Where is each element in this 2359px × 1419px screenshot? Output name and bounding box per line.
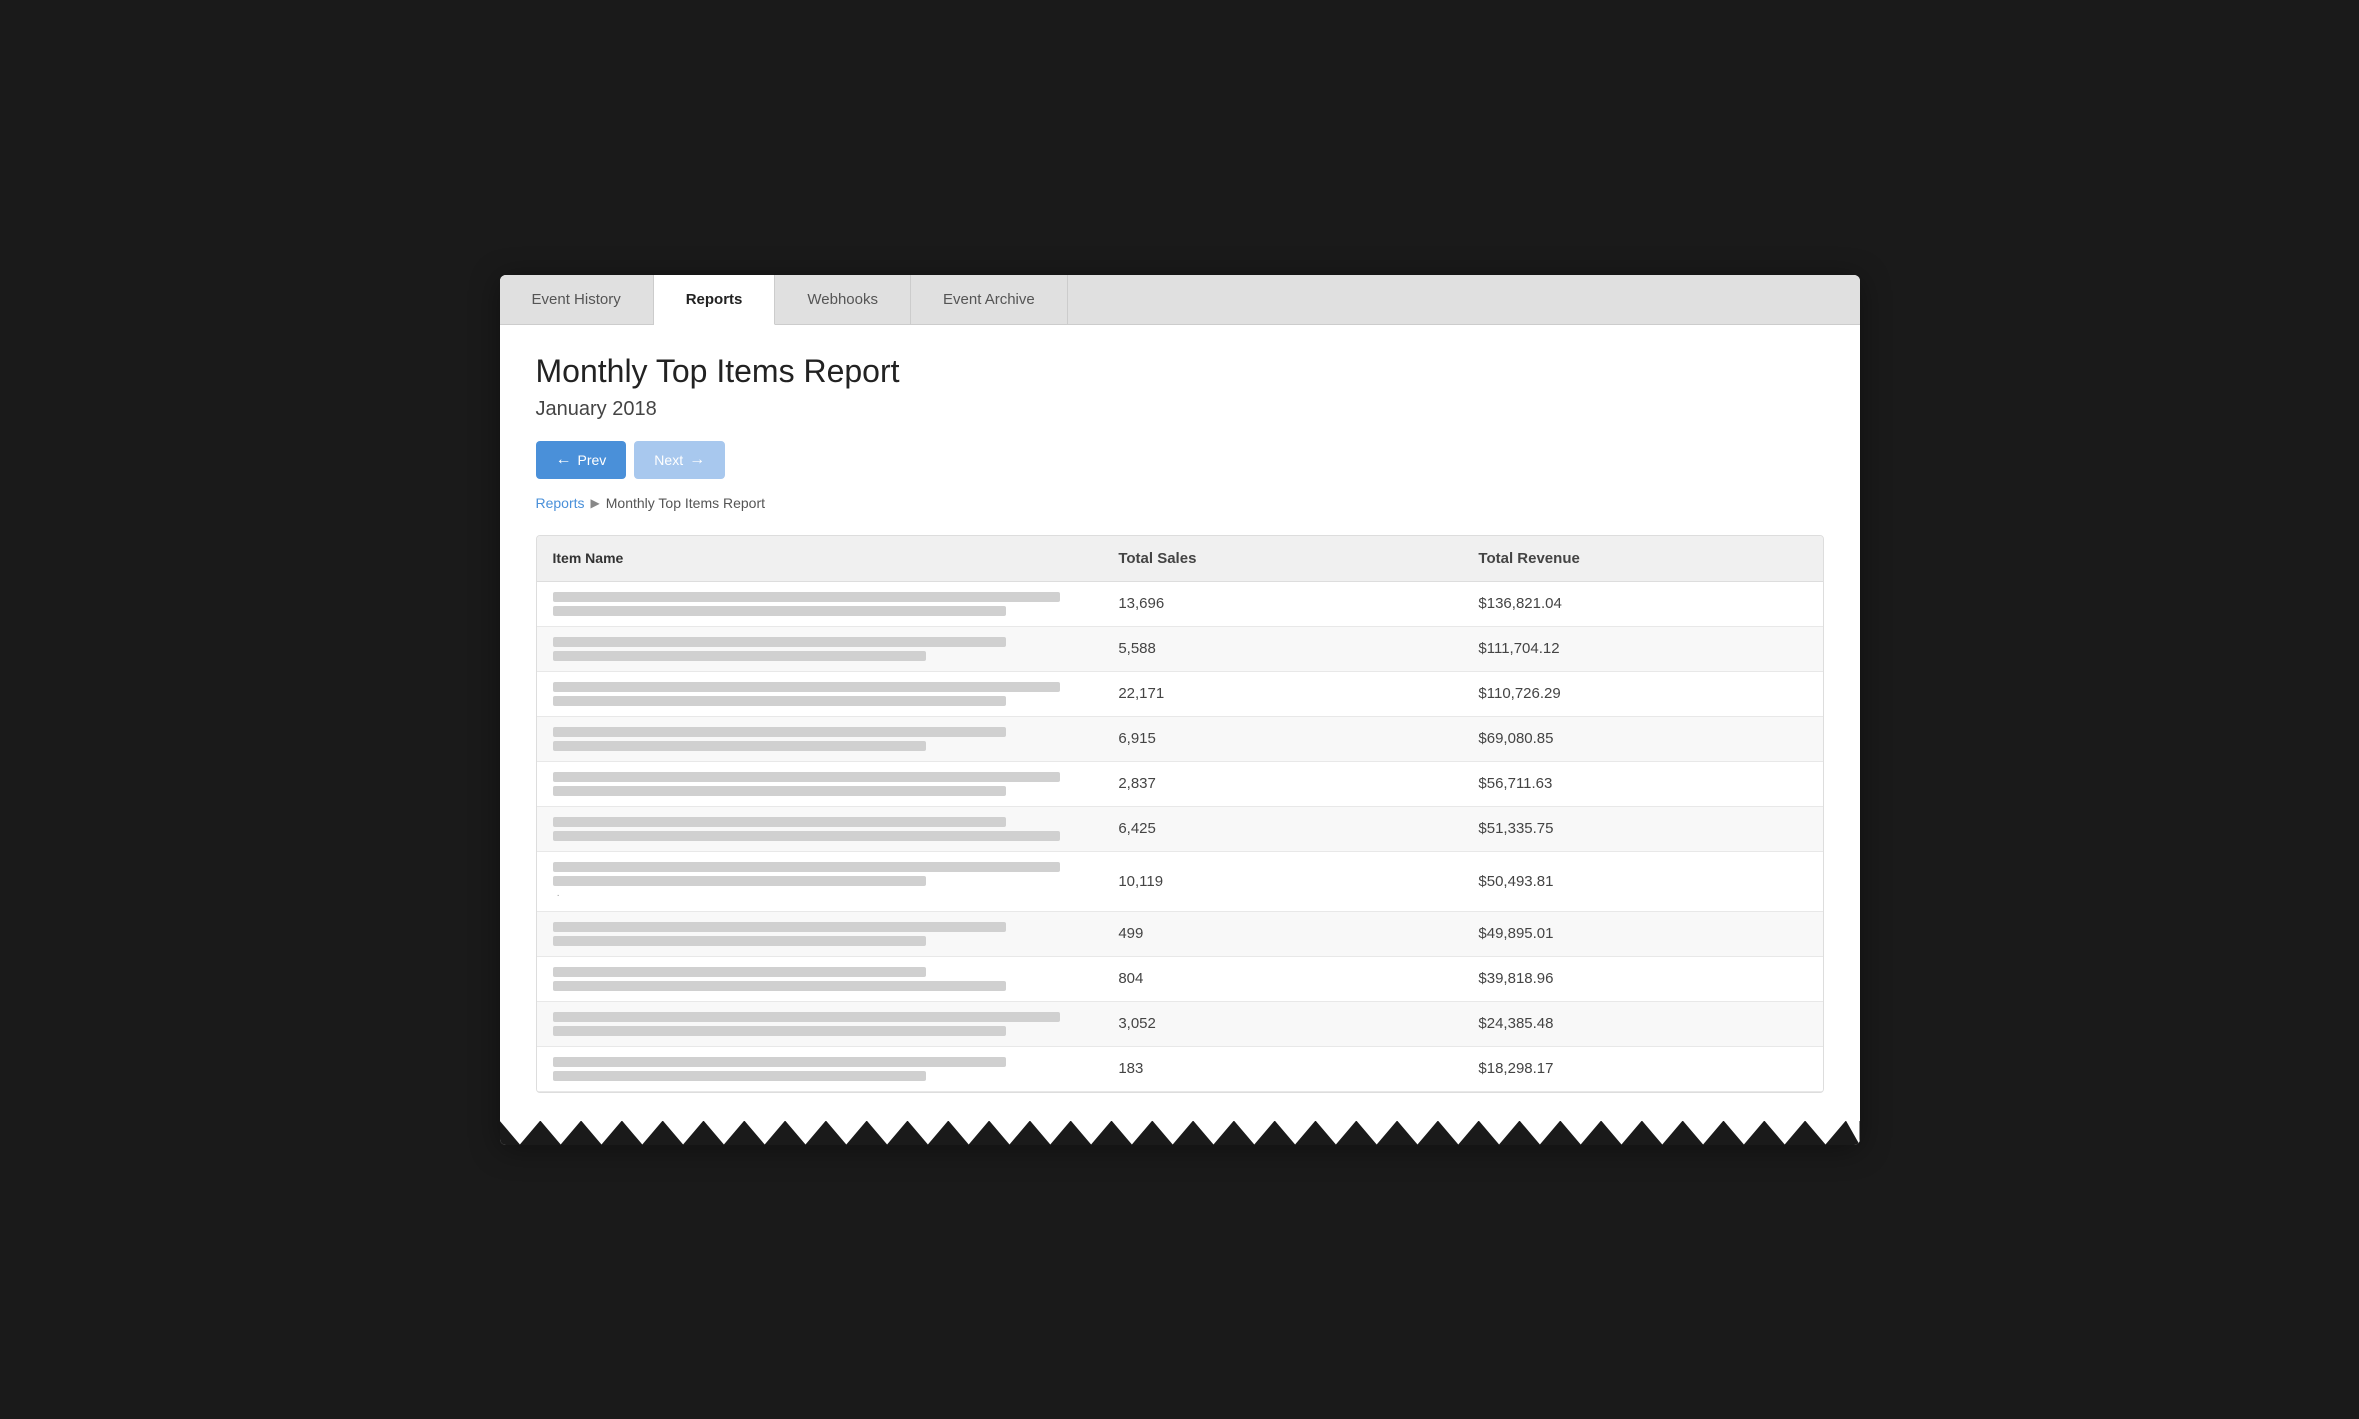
tab-webhooks[interactable]: Webhooks: [775, 275, 911, 324]
reports-table: Item Name Total Sales Total Revenue 13,6…: [537, 536, 1823, 1092]
page-subtitle: January 2018: [536, 398, 1824, 421]
total-sales-cell: 13,696: [1102, 581, 1462, 626]
total-revenue-cell: $136,821.04: [1462, 581, 1822, 626]
table-row: 183$18,298.17: [537, 1046, 1823, 1091]
placeholder-line: [553, 592, 1060, 602]
placeholder-line: [553, 606, 1007, 616]
total-sales-cell: 22,171: [1102, 671, 1462, 716]
breadcrumb-root[interactable]: Reports: [536, 495, 585, 511]
breadcrumb-current: Monthly Top Items Report: [606, 495, 765, 511]
placeholder-line: [553, 772, 1060, 782]
placeholder-line: [553, 786, 1007, 796]
torn-edge-decoration: [500, 1121, 1860, 1145]
total-sales-cell: 5,588: [1102, 626, 1462, 671]
total-sales-cell: 6,425: [1102, 806, 1462, 851]
total-revenue-cell: $50,493.81: [1462, 851, 1822, 911]
total-revenue-cell: $49,895.01: [1462, 911, 1822, 956]
placeholder-line: [553, 727, 1007, 737]
page-content: Monthly Top Items Report January 2018 ← …: [500, 325, 1860, 1121]
placeholder-line: [553, 1026, 1007, 1036]
table-row: 2,837$56,711.63: [537, 761, 1823, 806]
nav-buttons: ← Prev Next →: [536, 441, 1824, 479]
placeholder-line: [553, 682, 1060, 692]
table-row: 804$39,818.96: [537, 956, 1823, 1001]
tab-reports[interactable]: Reports: [654, 275, 776, 325]
next-arrow-icon: →: [689, 451, 705, 469]
item-name-cell: [537, 671, 1103, 716]
placeholder-line: [553, 831, 1060, 841]
breadcrumb-separator: ▶: [591, 496, 600, 510]
total-revenue-cell: $110,726.29: [1462, 671, 1822, 716]
col-header-total-sales: Total Sales: [1102, 536, 1462, 582]
total-sales-cell: 499: [1102, 911, 1462, 956]
total-revenue-cell: $39,818.96: [1462, 956, 1822, 1001]
tab-event-archive[interactable]: Event Archive: [911, 275, 1068, 324]
next-button[interactable]: Next →: [634, 441, 725, 479]
table-header-row: Item Name Total Sales Total Revenue: [537, 536, 1823, 582]
tab-bar: Event History Reports Webhooks Event Arc…: [500, 275, 1860, 325]
placeholder-line: [553, 1012, 1060, 1022]
placeholder-line: [553, 862, 1060, 872]
table-row: 13,696$136,821.04: [537, 581, 1823, 626]
total-sales-cell: 183: [1102, 1046, 1462, 1091]
item-name-cell: ·: [537, 851, 1103, 911]
table-row: 6,425$51,335.75: [537, 806, 1823, 851]
total-revenue-cell: $69,080.85: [1462, 716, 1822, 761]
placeholder-line: [553, 637, 1007, 647]
data-table-container: Item Name Total Sales Total Revenue 13,6…: [536, 535, 1824, 1093]
item-name-cell: [537, 581, 1103, 626]
total-sales-cell: 10,119: [1102, 851, 1462, 911]
placeholder-line: [553, 922, 1007, 932]
col-header-total-revenue: Total Revenue: [1462, 536, 1822, 582]
placeholder-line: [553, 981, 1007, 991]
item-name-cell: [537, 716, 1103, 761]
total-sales-cell: 6,915: [1102, 716, 1462, 761]
placeholder-line: [553, 936, 927, 946]
total-revenue-cell: $24,385.48: [1462, 1001, 1822, 1046]
placeholder-line: [553, 696, 1007, 706]
breadcrumb: Reports ▶ Monthly Top Items Report: [536, 495, 1824, 511]
total-revenue-cell: $56,711.63: [1462, 761, 1822, 806]
total-sales-cell: 804: [1102, 956, 1462, 1001]
table-row: 6,915$69,080.85: [537, 716, 1823, 761]
placeholder-line: [553, 967, 927, 977]
placeholder-line: [553, 876, 927, 886]
placeholder-line: [553, 651, 927, 661]
total-revenue-cell: $51,335.75: [1462, 806, 1822, 851]
item-name-cell: [537, 911, 1103, 956]
placeholder-dot: ·: [553, 890, 1087, 901]
main-window: Event History Reports Webhooks Event Arc…: [500, 275, 1860, 1145]
page-title: Monthly Top Items Report: [536, 353, 1824, 390]
item-name-cell: [537, 1046, 1103, 1091]
item-name-cell: [537, 761, 1103, 806]
placeholder-line: [553, 741, 927, 751]
prev-arrow-icon: ←: [556, 451, 572, 469]
col-header-item-name: Item Name: [537, 536, 1103, 582]
placeholder-line: [553, 817, 1007, 827]
table-row: 22,171$110,726.29: [537, 671, 1823, 716]
item-name-cell: [537, 806, 1103, 851]
placeholder-line: [553, 1057, 1007, 1067]
prev-label: Prev: [578, 452, 607, 468]
total-revenue-cell: $18,298.17: [1462, 1046, 1822, 1091]
total-revenue-cell: $111,704.12: [1462, 626, 1822, 671]
tab-event-history[interactable]: Event History: [500, 275, 654, 324]
table-row: · 10,119$50,493.81: [537, 851, 1823, 911]
placeholder-line: [553, 1071, 927, 1081]
table-row: 5,588$111,704.12: [537, 626, 1823, 671]
next-label: Next: [654, 452, 683, 468]
item-name-cell: [537, 956, 1103, 1001]
prev-button[interactable]: ← Prev: [536, 441, 627, 479]
item-name-cell: [537, 1001, 1103, 1046]
table-row: 3,052$24,385.48: [537, 1001, 1823, 1046]
total-sales-cell: 2,837: [1102, 761, 1462, 806]
total-sales-cell: 3,052: [1102, 1001, 1462, 1046]
item-name-cell: [537, 626, 1103, 671]
table-row: 499$49,895.01: [537, 911, 1823, 956]
